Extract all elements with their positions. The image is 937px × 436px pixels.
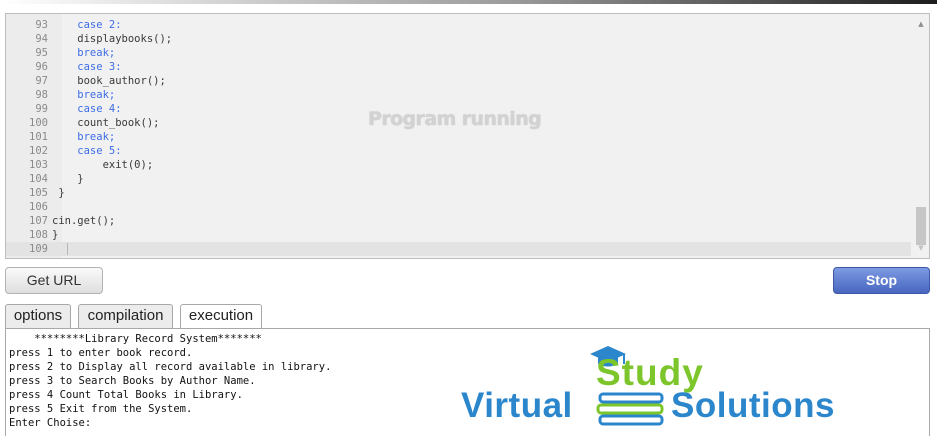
line-number: 99 bbox=[35, 103, 48, 115]
code-text: break; bbox=[52, 47, 116, 59]
code-line: 95 break; bbox=[6, 46, 911, 60]
line-number: 108 bbox=[29, 229, 48, 241]
code-line: 93 case 2: bbox=[6, 18, 911, 32]
stop-button[interactable]: Stop bbox=[833, 267, 930, 294]
logo-word-virtual: Virtual bbox=[461, 386, 573, 425]
line-number: 93 bbox=[35, 19, 48, 31]
code-text: cin.get(); bbox=[52, 215, 116, 227]
line-number: 102 bbox=[29, 145, 48, 157]
code-text: displaybooks(); bbox=[52, 33, 173, 45]
console-line: press 2 to Display all record available … bbox=[9, 361, 332, 373]
code-editor[interactable]: 93 case 2: 94 displaybooks(); 95 break; … bbox=[5, 13, 930, 259]
line-number: 107 bbox=[29, 215, 48, 227]
code-text: } bbox=[52, 229, 59, 241]
code-line: 105 } bbox=[6, 186, 911, 200]
code-line: 106 bbox=[6, 200, 911, 214]
text-cursor bbox=[67, 243, 68, 255]
code-text: break; bbox=[52, 131, 116, 143]
scroll-down-icon[interactable]: ▼ bbox=[913, 241, 929, 255]
console-line: press 3 to Search Books by Author Name. bbox=[9, 375, 256, 387]
get-url-button[interactable]: Get URL bbox=[5, 267, 103, 294]
editor-scrollbar[interactable]: ▲ ▼ bbox=[913, 14, 929, 258]
code-line: 98 break; bbox=[6, 88, 911, 102]
console-line: press 5 Exit from the System. bbox=[9, 403, 193, 415]
code-text: } bbox=[52, 187, 65, 199]
line-number: 98 bbox=[35, 89, 48, 101]
code-line: 96 case 3: bbox=[6, 60, 911, 74]
line-number: 101 bbox=[29, 131, 48, 143]
line-number: 97 bbox=[35, 75, 48, 87]
code-line: 97 book_author(); bbox=[6, 74, 911, 88]
code-lines[interactable]: 93 case 2: 94 displaybooks(); 95 break; … bbox=[6, 18, 911, 256]
code-line: 102 case 5: bbox=[6, 144, 911, 158]
line-number: 94 bbox=[35, 33, 48, 45]
code-line: 103 exit(0); bbox=[6, 158, 911, 172]
top-gradient-bar bbox=[0, 0, 937, 4]
line-number: 100 bbox=[29, 117, 48, 129]
code-line: 104 } bbox=[6, 172, 911, 186]
line-number: 96 bbox=[35, 61, 48, 73]
console-line: press 1 to enter book record. bbox=[9, 347, 193, 359]
code-text: case 4: bbox=[52, 103, 122, 115]
code-text: break; bbox=[52, 89, 116, 101]
line-number: 103 bbox=[29, 159, 48, 171]
scrollbar-thumb[interactable] bbox=[916, 207, 926, 245]
program-running-overlay: Program running bbox=[368, 108, 542, 130]
console-output: ********Library Record System******* pre… bbox=[9, 332, 331, 430]
line-number: 105 bbox=[29, 187, 48, 199]
scroll-up-icon[interactable]: ▲ bbox=[913, 17, 929, 31]
book-stack-icon bbox=[596, 392, 664, 426]
line-number: 104 bbox=[29, 173, 48, 185]
code-text: case 2: bbox=[52, 19, 122, 31]
code-text: } bbox=[52, 173, 84, 185]
code-line: 107 cin.get(); bbox=[6, 214, 911, 228]
console-prompt: Enter Choise: bbox=[9, 417, 92, 429]
line-number: 106 bbox=[29, 201, 48, 213]
code-text: case 3: bbox=[52, 61, 122, 73]
code-line: 94 displaybooks(); bbox=[6, 32, 911, 46]
code-text: case 5: bbox=[52, 145, 122, 157]
code-text: exit(0); bbox=[52, 159, 154, 171]
tab-execution[interactable]: execution bbox=[180, 304, 262, 329]
line-number: 109 bbox=[29, 243, 48, 255]
line-number: 95 bbox=[35, 47, 48, 59]
logo-word-solutions: Solutions bbox=[671, 386, 835, 425]
code-text: book_author(); bbox=[52, 75, 166, 87]
virtual-study-solutions-logo: Study Virtual Solutions bbox=[458, 342, 858, 432]
console-line: press 4 Count Total Books in Library. bbox=[9, 389, 243, 401]
active-code-line: 109 bbox=[6, 242, 911, 256]
code-line: 101 break; bbox=[6, 130, 911, 144]
tab-options[interactable]: options bbox=[5, 304, 71, 328]
console-line: ********Library Record System******* bbox=[9, 333, 262, 345]
tab-compilation[interactable]: compilation bbox=[78, 304, 173, 328]
code-text: count_book(); bbox=[52, 117, 160, 129]
code-line: 108} bbox=[6, 228, 911, 242]
